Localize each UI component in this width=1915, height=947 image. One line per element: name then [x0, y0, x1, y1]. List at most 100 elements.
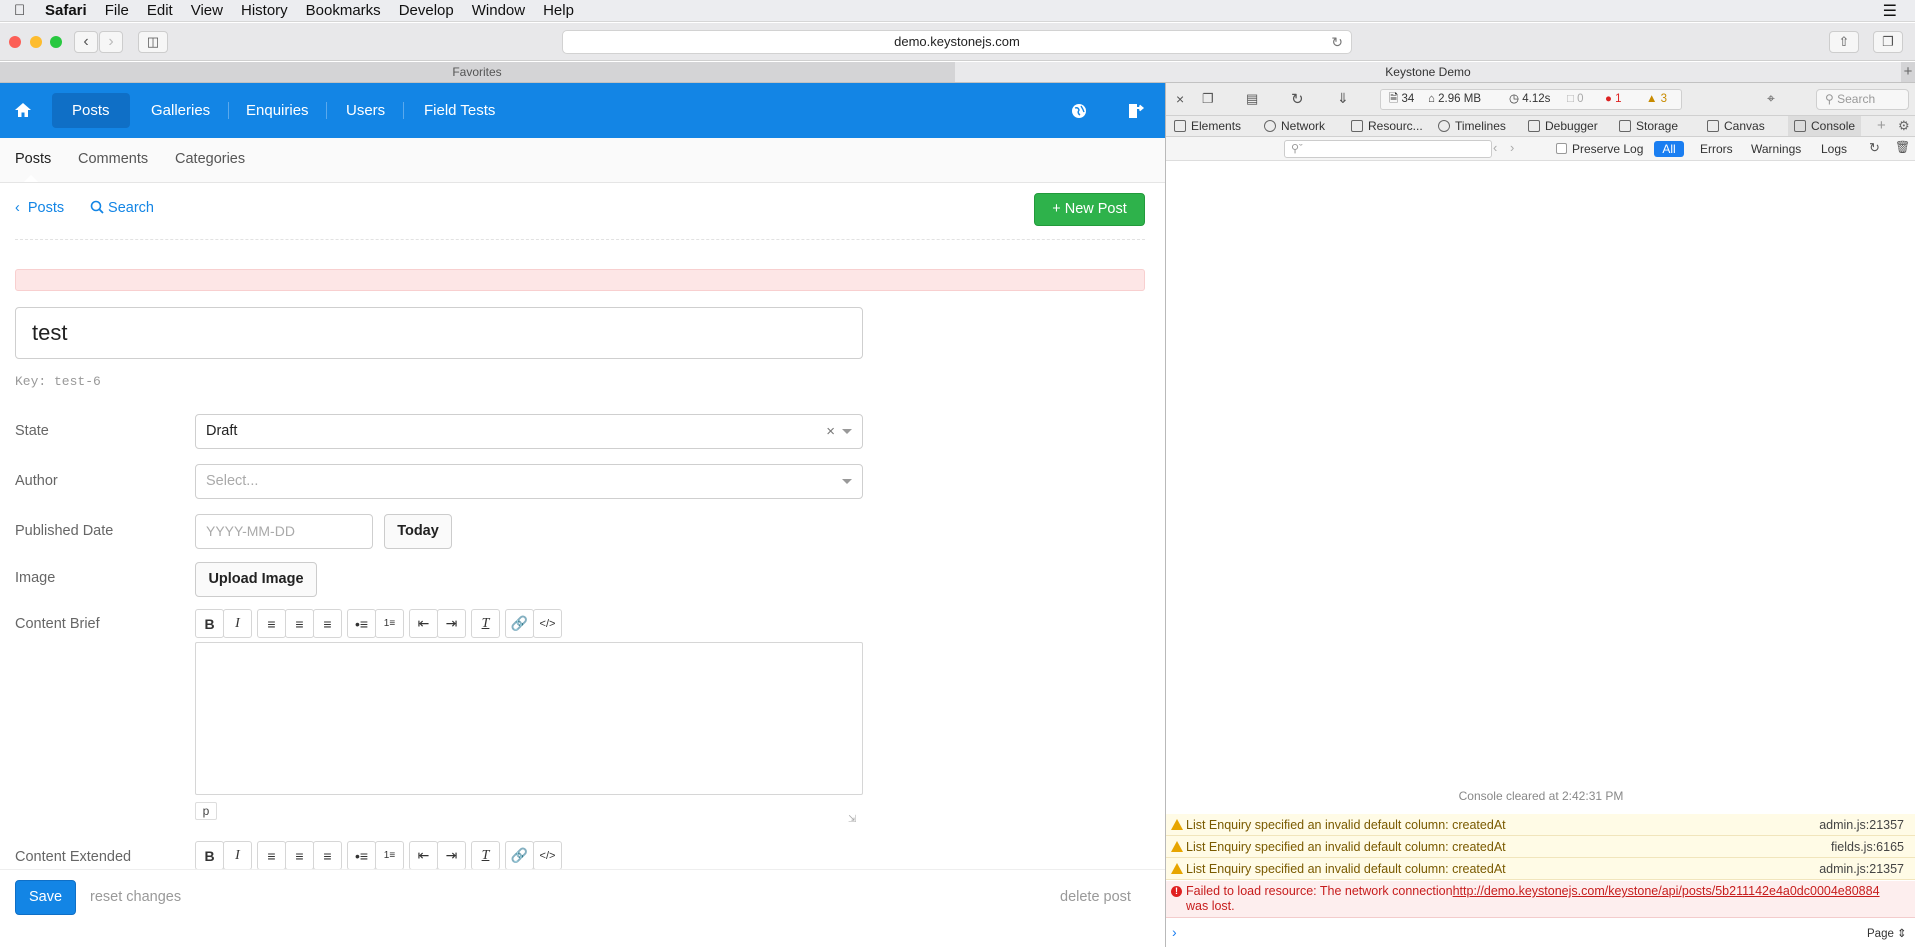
trash-icon[interactable]: 🗑: [1895, 140, 1910, 154]
subnav-posts[interactable]: Posts: [15, 151, 51, 167]
resources-count[interactable]: 🗎 34: [1389, 90, 1414, 109]
back-arrow-icon[interactable]: ‹: [74, 31, 98, 53]
bold-icon[interactable]: B: [195, 841, 224, 870]
align-right-icon[interactable]: ≡: [313, 841, 342, 870]
italic-icon[interactable]: I: [223, 841, 252, 870]
menu-safari[interactable]: Safari: [36, 2, 96, 19]
filter-all[interactable]: All: [1654, 141, 1684, 157]
tab-network[interactable]: Network: [1264, 116, 1325, 136]
warning-source-link[interactable]: admin.js:21357: [1819, 858, 1904, 880]
execution-context-select[interactable]: Page ⇕: [1867, 926, 1907, 940]
bold-icon[interactable]: B: [195, 609, 224, 638]
delete-post-link[interactable]: delete post: [1060, 889, 1131, 905]
preserve-log-checkbox[interactable]: [1556, 143, 1567, 154]
menu-file[interactable]: File: [96, 2, 138, 19]
console-warning-row[interactable]: List Enquiry specified an invalid defaul…: [1166, 814, 1915, 836]
clear-icon[interactable]: ×: [826, 415, 835, 448]
globe-icon[interactable]: [1071, 103, 1087, 119]
list-icon[interactable]: ☰: [1883, 1, 1897, 21]
align-left-icon[interactable]: ≡: [257, 841, 286, 870]
content-brief-editor[interactable]: [195, 642, 863, 795]
numbered-list-icon[interactable]: 1≡: [375, 609, 404, 638]
close-icon[interactable]: ×: [1176, 91, 1184, 107]
new-post-button[interactable]: + New Post: [1034, 193, 1145, 226]
nav-field-tests[interactable]: Field Tests: [404, 93, 515, 128]
reset-changes-link[interactable]: reset changes: [90, 889, 181, 905]
warnings-count[interactable]: ▲ 3: [1646, 90, 1667, 109]
bullet-list-icon[interactable]: •≡: [347, 609, 376, 638]
subnav-comments[interactable]: Comments: [78, 151, 148, 167]
undock-icon[interactable]: ❐: [1202, 91, 1214, 107]
load-time[interactable]: ◷ 4.12s: [1509, 90, 1550, 109]
menu-view[interactable]: View: [182, 2, 232, 19]
warning-source-link[interactable]: admin.js:21357: [1819, 814, 1904, 836]
tab-resources[interactable]: Resourc...: [1351, 116, 1423, 136]
errors-count[interactable]: ● 1: [1605, 90, 1622, 109]
indent-icon[interactable]: ⇥: [437, 841, 466, 870]
italic-icon[interactable]: I: [223, 609, 252, 638]
apple-icon[interactable]: : [14, 2, 36, 19]
menu-edit[interactable]: Edit: [138, 2, 182, 19]
menu-history[interactable]: History: [232, 2, 297, 19]
menu-help[interactable]: Help: [534, 2, 583, 19]
align-center-icon[interactable]: ≡: [285, 841, 314, 870]
outdent-icon[interactable]: ⇤: [409, 609, 438, 638]
save-button[interactable]: Save: [15, 880, 76, 915]
bullet-list-icon[interactable]: •≡: [347, 841, 376, 870]
indent-icon[interactable]: ⇥: [437, 609, 466, 638]
crosshair-icon[interactable]: ⌖: [1767, 90, 1775, 107]
post-title-input[interactable]: test: [15, 307, 863, 359]
filter-logs[interactable]: Logs: [1821, 142, 1847, 156]
next-icon[interactable]: ›: [1510, 140, 1514, 155]
author-select[interactable]: Select...: [195, 464, 863, 499]
tab-storage[interactable]: Storage: [1619, 116, 1678, 136]
nav-galleries[interactable]: Galleries: [131, 93, 230, 128]
filter-warnings[interactable]: Warnings: [1751, 142, 1801, 156]
code-icon[interactable]: </>: [533, 841, 562, 870]
align-left-icon[interactable]: ≡: [257, 609, 286, 638]
tab-console[interactable]: Console: [1788, 116, 1862, 136]
reload-icon[interactable]: ↻: [1291, 90, 1304, 108]
menu-window[interactable]: Window: [463, 2, 534, 19]
console-prompt[interactable]: › Page ⇕: [1166, 918, 1915, 947]
new-tab-icon[interactable]: +: [1901, 62, 1915, 82]
today-button[interactable]: Today: [384, 514, 452, 549]
tab-elements[interactable]: Elements: [1174, 116, 1241, 136]
subnav-categories[interactable]: Categories: [175, 151, 245, 167]
tab-keystone-demo[interactable]: Keystone Demo: [955, 62, 1901, 82]
nav-users[interactable]: Users: [326, 93, 405, 128]
filter-errors[interactable]: Errors: [1700, 142, 1733, 156]
refresh-icon[interactable]: ↻: [1869, 140, 1880, 156]
settings-gear-icon[interactable]: ⚙: [1898, 118, 1910, 134]
zoom-window-button[interactable]: [50, 36, 62, 48]
link-icon[interactable]: 🔗: [505, 609, 534, 638]
tabs-overview-icon[interactable]: ❐: [1873, 31, 1903, 53]
share-icon[interactable]: ⇧: [1829, 31, 1859, 53]
download-icon[interactable]: ⇓: [1337, 90, 1349, 107]
messages-count[interactable]: □ 0: [1567, 90, 1584, 109]
console-error-row[interactable]: ! Failed to load resource: The network c…: [1166, 881, 1915, 918]
align-center-icon[interactable]: ≡: [285, 609, 314, 638]
menu-bookmarks[interactable]: Bookmarks: [297, 2, 390, 19]
clear-format-icon[interactable]: T: [471, 609, 500, 638]
outdent-icon[interactable]: ⇤: [409, 841, 438, 870]
state-select[interactable]: Draft ×: [195, 414, 863, 449]
add-tab-icon[interactable]: +: [1877, 117, 1886, 134]
console-warning-row[interactable]: List Enquiry specified an invalid defaul…: [1166, 836, 1915, 858]
tab-canvas[interactable]: Canvas: [1707, 116, 1765, 136]
previous-icon[interactable]: ‹: [1493, 140, 1497, 155]
dock-bottom-icon[interactable]: ▤: [1246, 91, 1258, 107]
reload-icon[interactable]: ↻: [1331, 31, 1343, 53]
inspector-search-input[interactable]: ⚲ Search: [1816, 89, 1909, 110]
code-icon[interactable]: </>: [533, 609, 562, 638]
console-filter-input[interactable]: ⚲ˇ: [1284, 140, 1492, 158]
minimize-window-button[interactable]: [30, 36, 42, 48]
resources-size[interactable]: ⌂ 2.96 MB: [1428, 90, 1481, 109]
published-date-input[interactable]: YYYY-MM-DD: [195, 514, 373, 549]
tab-favorites[interactable]: Favorites: [0, 62, 954, 82]
menu-develop[interactable]: Develop: [390, 2, 463, 19]
back-to-posts-link[interactable]: ‹ Posts: [15, 200, 64, 216]
tab-debugger[interactable]: Debugger: [1528, 116, 1598, 136]
home-icon[interactable]: [13, 100, 33, 120]
forward-arrow-icon[interactable]: ›: [99, 31, 123, 53]
